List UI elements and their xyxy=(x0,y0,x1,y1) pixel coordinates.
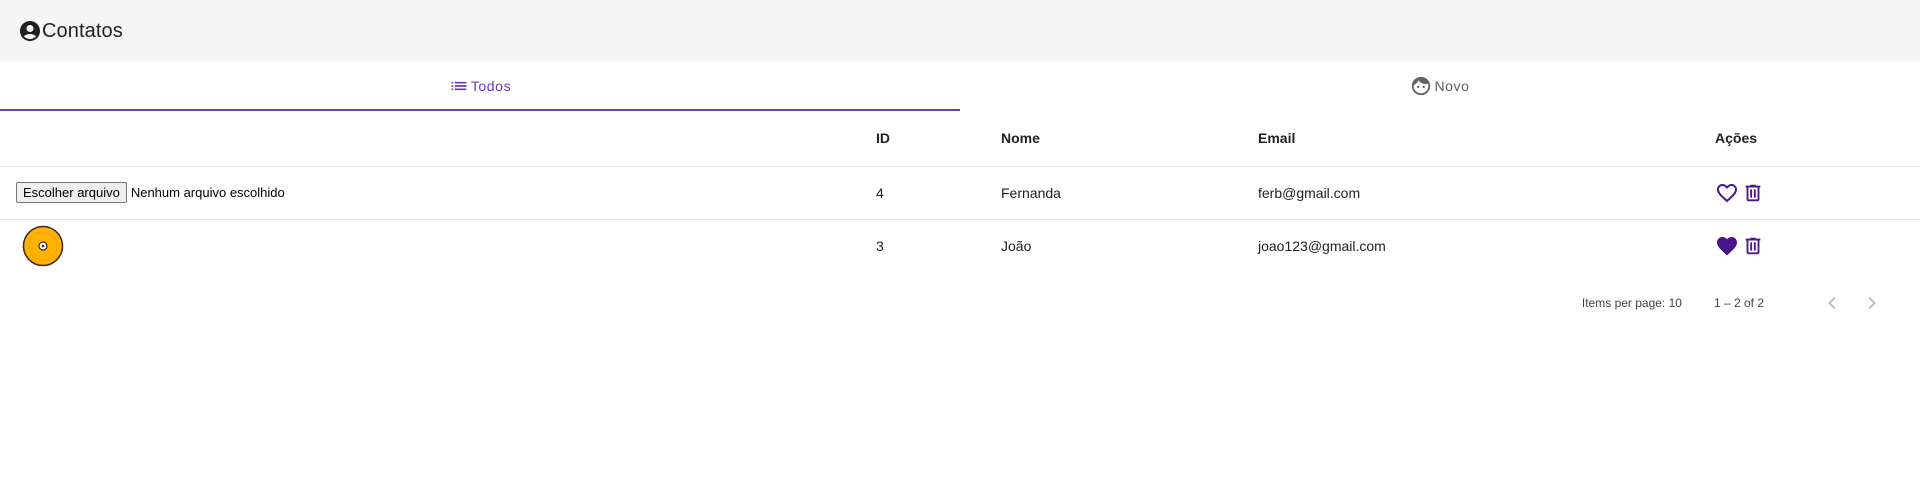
face-icon xyxy=(1410,75,1432,97)
favorite-outline-icon[interactable] xyxy=(1715,181,1739,205)
table-row: 3 João joao123@gmail.com xyxy=(0,219,1920,272)
contact-photo xyxy=(22,225,64,266)
photo-cell: Escolher arquivo Nenhum arquivo escolhid… xyxy=(0,166,876,220)
tab-novo[interactable]: Novo xyxy=(960,62,1920,111)
account-circle-icon xyxy=(18,19,42,43)
favorite-filled-icon[interactable] xyxy=(1715,234,1739,258)
table-row: Escolher arquivo Nenhum arquivo escolhid… xyxy=(0,166,1920,220)
file-status: Nenhum arquivo escolhido xyxy=(130,185,285,200)
previous-page-button[interactable] xyxy=(1812,283,1852,323)
paginator: Items per page: 10 1 – 2 of 2 xyxy=(0,272,1920,334)
cell-actions xyxy=(1715,166,1920,220)
header-name: Nome xyxy=(1001,111,1258,167)
header-actions: Ações xyxy=(1715,111,1920,167)
header-email: Email xyxy=(1258,111,1715,167)
cell-name: Fernanda xyxy=(1001,166,1258,220)
contacts-table: ID Nome Email Ações Escolher arquivo Nen… xyxy=(0,111,1920,272)
items-per-page[interactable]: Items per page: 10 xyxy=(1582,296,1682,310)
file-input: Escolher arquivo Nenhum arquivo escolhid… xyxy=(16,182,876,203)
photo-cell xyxy=(0,219,876,272)
cell-name: João xyxy=(1001,237,1032,254)
delete-icon[interactable] xyxy=(1741,181,1765,205)
tab-bar: Todos Novo xyxy=(0,62,1920,111)
cell-email: joao123@gmail.com xyxy=(1258,237,1386,254)
table-header-row: ID Nome Email Ações xyxy=(0,111,1920,167)
cell-id: 4 xyxy=(876,166,1001,220)
chevron-right-icon xyxy=(1868,297,1876,309)
page-title: Contatos xyxy=(42,19,123,42)
app-toolbar: Contatos xyxy=(0,0,1920,62)
header-photo xyxy=(0,111,876,167)
header-id: ID xyxy=(876,111,1001,167)
tab-todos-label: Todos xyxy=(470,77,512,94)
cell-id: 3 xyxy=(876,237,884,254)
list-icon xyxy=(449,76,469,96)
tab-todos[interactable]: Todos xyxy=(0,62,960,111)
cell-email: ferb@gmail.com xyxy=(1258,166,1715,220)
tab-novo-label: Novo xyxy=(1434,78,1470,94)
next-page-button[interactable] xyxy=(1852,283,1892,323)
chevron-left-icon xyxy=(1828,297,1836,309)
delete-icon[interactable] xyxy=(1741,234,1765,258)
choose-file-button[interactable]: Escolher arquivo xyxy=(16,182,127,203)
page-range: 1 – 2 of 2 xyxy=(1713,296,1764,310)
cell-actions xyxy=(1715,219,1920,272)
